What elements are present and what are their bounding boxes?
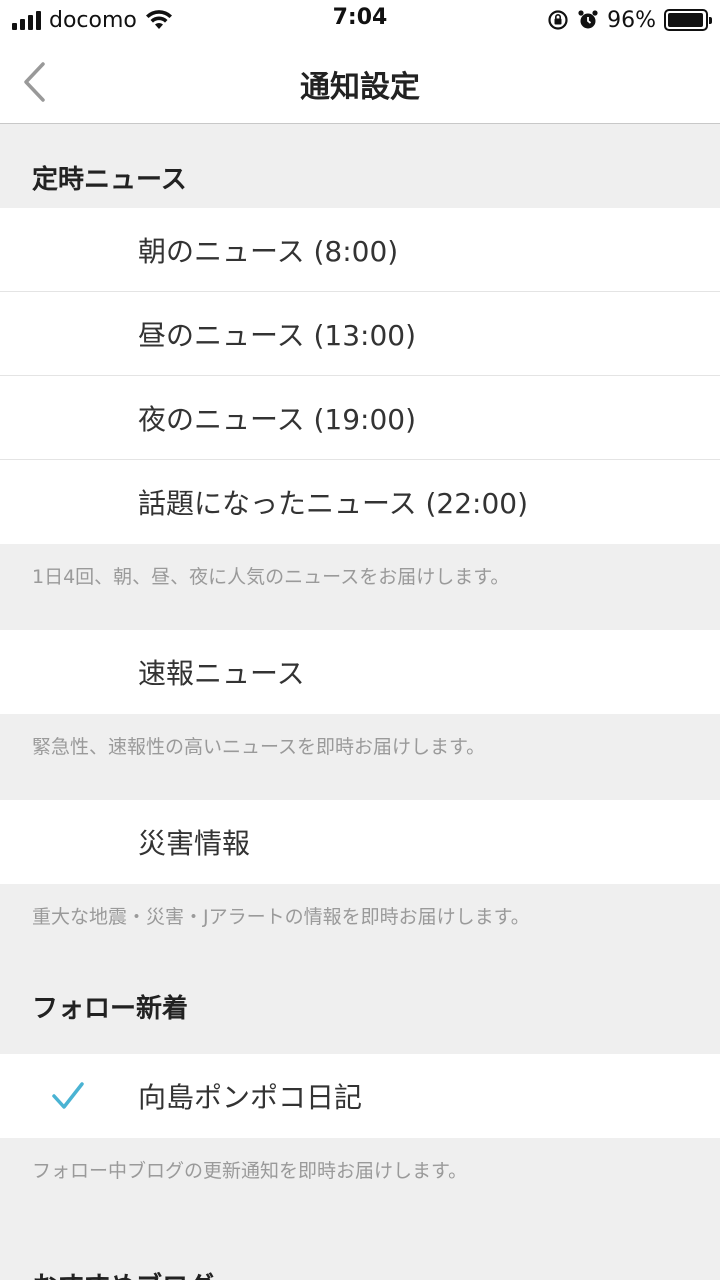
row-label: 話題になったニュース (22:00)	[138, 487, 529, 520]
toggle-row-breaking-news[interactable]: 速報ニュース	[0, 630, 720, 714]
navigation-bar: 通知設定	[0, 40, 720, 124]
section-header-scheduled: 定時ニュース	[0, 124, 720, 208]
settings-list: 定時ニュース 朝のニュース (8:00) 昼のニュース (13:00) 夜のニュ…	[0, 124, 720, 1280]
row-label: 速報ニュース	[138, 657, 305, 690]
toggle-row-trending-news[interactable]: 話題になったニュース (22:00)	[0, 460, 720, 544]
toggle-row-evening-news[interactable]: 夜のニュース (19:00)	[0, 376, 720, 460]
section-title-recommended: おすすめブログ	[32, 1266, 214, 1280]
toggle-row-followed-blog[interactable]: 向島ポンポコ日記	[0, 1054, 720, 1138]
row-label: 災害情報	[138, 827, 251, 860]
section-note-follow: フォロー中ブログの更新通知を即時お届けします。 おすすめブログ	[0, 1138, 720, 1280]
orientation-lock-icon	[548, 10, 568, 30]
section-note-scheduled: 1日4回、朝、昼、夜に人気のニュースをお届けします。	[0, 544, 720, 630]
toggle-row-disaster-info[interactable]: 災害情報	[0, 800, 720, 884]
row-label: 朝のニュース (8:00)	[138, 235, 399, 268]
note-text: 重大な地震・災害・Jアラートの情報を即時お届けします。	[32, 906, 530, 928]
section-title: 定時ニュース	[32, 165, 187, 195]
row-label: 昼のニュース (13:00)	[138, 319, 417, 352]
page-title: 通知設定	[300, 70, 420, 105]
note-text: 1日4回、朝、昼、夜に人気のニュースをお届けします。	[32, 566, 510, 588]
note-text: 緊急性、速報性の高いニュースを即時お届けします。	[32, 736, 486, 758]
battery-percent: 96%	[607, 7, 656, 33]
note-text: フォロー中ブログの更新通知を即時お届けします。	[32, 1160, 468, 1182]
section-note-breaking: 緊急性、速報性の高いニュースを即時お届けします。	[0, 714, 720, 800]
alarm-icon	[578, 10, 598, 29]
battery-fill	[668, 13, 703, 27]
section-note-disaster: 重大な地震・災害・Jアラートの情報を即時お届けします。 フォロー新着	[0, 884, 720, 1054]
section-title-follow: フォロー新着	[32, 994, 189, 1024]
battery-icon	[664, 9, 712, 31]
row-label: 夜のニュース (19:00)	[138, 403, 417, 436]
status-right: 96%	[547, 6, 712, 34]
checkmark-icon	[52, 1082, 84, 1109]
toggle-row-morning-news[interactable]: 朝のニュース (8:00)	[0, 208, 720, 292]
status-bar: docomo 7:04 96%	[0, 0, 720, 40]
row-label: 向島ポンポコ日記	[138, 1081, 363, 1114]
toggle-row-noon-news[interactable]: 昼のニュース (13:00)	[0, 292, 720, 376]
